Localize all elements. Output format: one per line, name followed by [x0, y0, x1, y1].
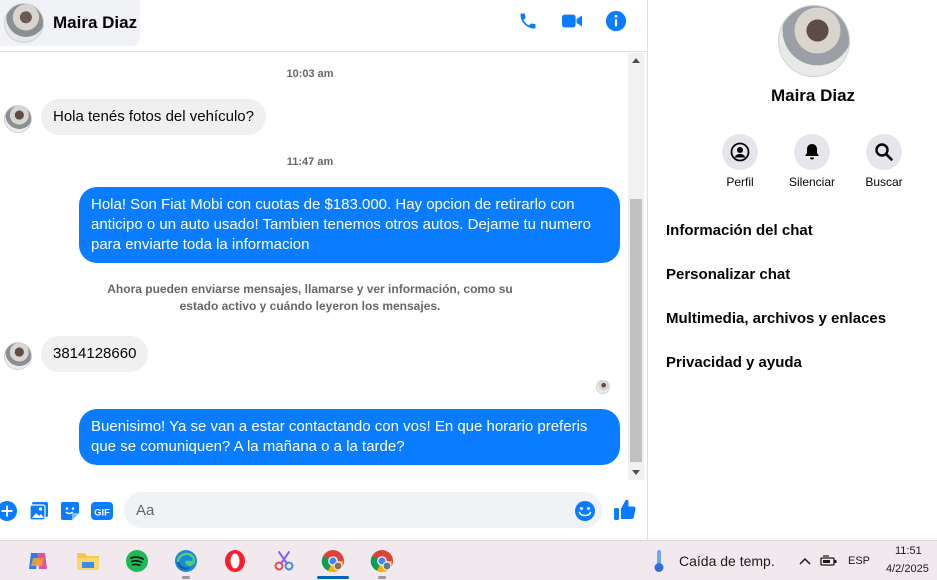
battery-network-icon[interactable] [818, 541, 840, 580]
incoming-message[interactable]: Hola tenés fotos del vehículo? [41, 99, 266, 135]
clock-time[interactable]: 11:51 [895, 545, 922, 557]
taskbar-file-explorer[interactable] [68, 541, 108, 580]
taskbar-edge[interactable] [166, 541, 206, 580]
mute-action-label: Silenciar [788, 175, 836, 189]
taskbar-snipping-tool[interactable] [264, 541, 304, 580]
spotify-icon [126, 550, 148, 572]
scroll-thumb[interactable] [630, 199, 642, 462]
profile-action-label: Perfil [726, 175, 754, 189]
folder-icon [77, 553, 99, 570]
video-camera-icon[interactable] [561, 10, 583, 32]
taskbar-spotify[interactable] [117, 541, 157, 580]
taskbar-opera[interactable] [215, 541, 255, 580]
scissors-icon [274, 551, 294, 571]
sender-avatar[interactable] [4, 105, 32, 133]
opera-icon [225, 550, 245, 572]
language-indicator[interactable]: ESP [848, 555, 870, 567]
menu-chat-info[interactable]: Información del chat [666, 222, 813, 239]
contact-avatar[interactable] [4, 3, 44, 43]
mute-action[interactable]: Silenciar [780, 134, 844, 189]
outgoing-message[interactable]: Buenisimo! Ya se van a estar contactando… [79, 409, 620, 465]
chrome-icon [321, 550, 344, 572]
emoji-icon[interactable] [574, 500, 596, 522]
contact-name[interactable]: Maira Diaz [53, 13, 137, 33]
seen-indicator-avatar [596, 380, 610, 394]
contact-header-button[interactable]: Maira Diaz [0, 0, 140, 46]
edge-icon [175, 550, 197, 572]
message-thread: 10:03 am Hola tenés fotos del vehículo? … [0, 53, 627, 483]
outgoing-message[interactable]: Hola! Son Fiat Mobi con cuotas de $183.0… [79, 187, 620, 263]
weather-widget[interactable]: Caída de temp. [679, 553, 775, 569]
gif-label: GIF [94, 508, 110, 519]
menu-customize-chat[interactable]: Personalizar chat [666, 266, 790, 283]
info-icon[interactable] [605, 10, 627, 32]
search-action[interactable]: Buscar [852, 134, 916, 189]
bell-icon [805, 144, 819, 160]
profile-action[interactable]: Perfil [708, 134, 772, 189]
clock-date[interactable]: 4/2/2025 [886, 563, 929, 575]
taskbar-chrome-profile[interactable] [362, 541, 402, 580]
taskbar-chrome[interactable] [313, 541, 353, 580]
profile-icon [730, 142, 750, 162]
taskbar-copilot[interactable] [18, 541, 58, 580]
incoming-message[interactable]: 3814128660 [41, 336, 149, 372]
menu-media-files-links[interactable]: Multimedia, archivos y enlaces [666, 310, 886, 327]
message-timestamp: 10:03 am [286, 68, 334, 80]
gif-icon[interactable]: GIF [91, 500, 113, 522]
phone-icon[interactable] [517, 10, 539, 32]
plus-icon[interactable] [0, 500, 18, 522]
system-notice: Ahora pueden enviarse mensajes, llamarse… [107, 282, 513, 313]
chat-header: Maira Diaz [0, 0, 647, 52]
message-composer: GIF [0, 484, 647, 540]
message-input[interactable] [124, 492, 602, 528]
thermometer-icon[interactable] [641, 541, 677, 580]
menu-privacy-support[interactable]: Privacidad y ayuda [666, 354, 802, 371]
scroll-up-arrow[interactable] [632, 58, 640, 63]
chevron-up-icon[interactable] [796, 541, 814, 580]
message-scrollbar[interactable] [628, 53, 644, 480]
photo-gallery-icon[interactable] [28, 500, 50, 522]
panel-contact-avatar[interactable] [778, 5, 850, 77]
chat-info-panel: Maira Diaz Perfil Silenciar Buscar Infor… [647, 0, 937, 540]
search-action-label: Buscar [865, 175, 903, 189]
message-timestamp: 11:47 am [286, 156, 334, 168]
windows-taskbar: Caída de temp. ESP 11:51 4/2/2025 [0, 540, 937, 580]
copilot-icon [29, 553, 47, 569]
sticker-icon[interactable] [59, 500, 81, 522]
chrome-icon [370, 550, 393, 572]
search-icon [875, 143, 893, 161]
thumbs-up-icon[interactable] [613, 498, 637, 522]
sender-avatar[interactable] [4, 342, 32, 370]
panel-contact-name: Maira Diaz [770, 86, 856, 105]
scroll-down-arrow[interactable] [632, 470, 640, 475]
